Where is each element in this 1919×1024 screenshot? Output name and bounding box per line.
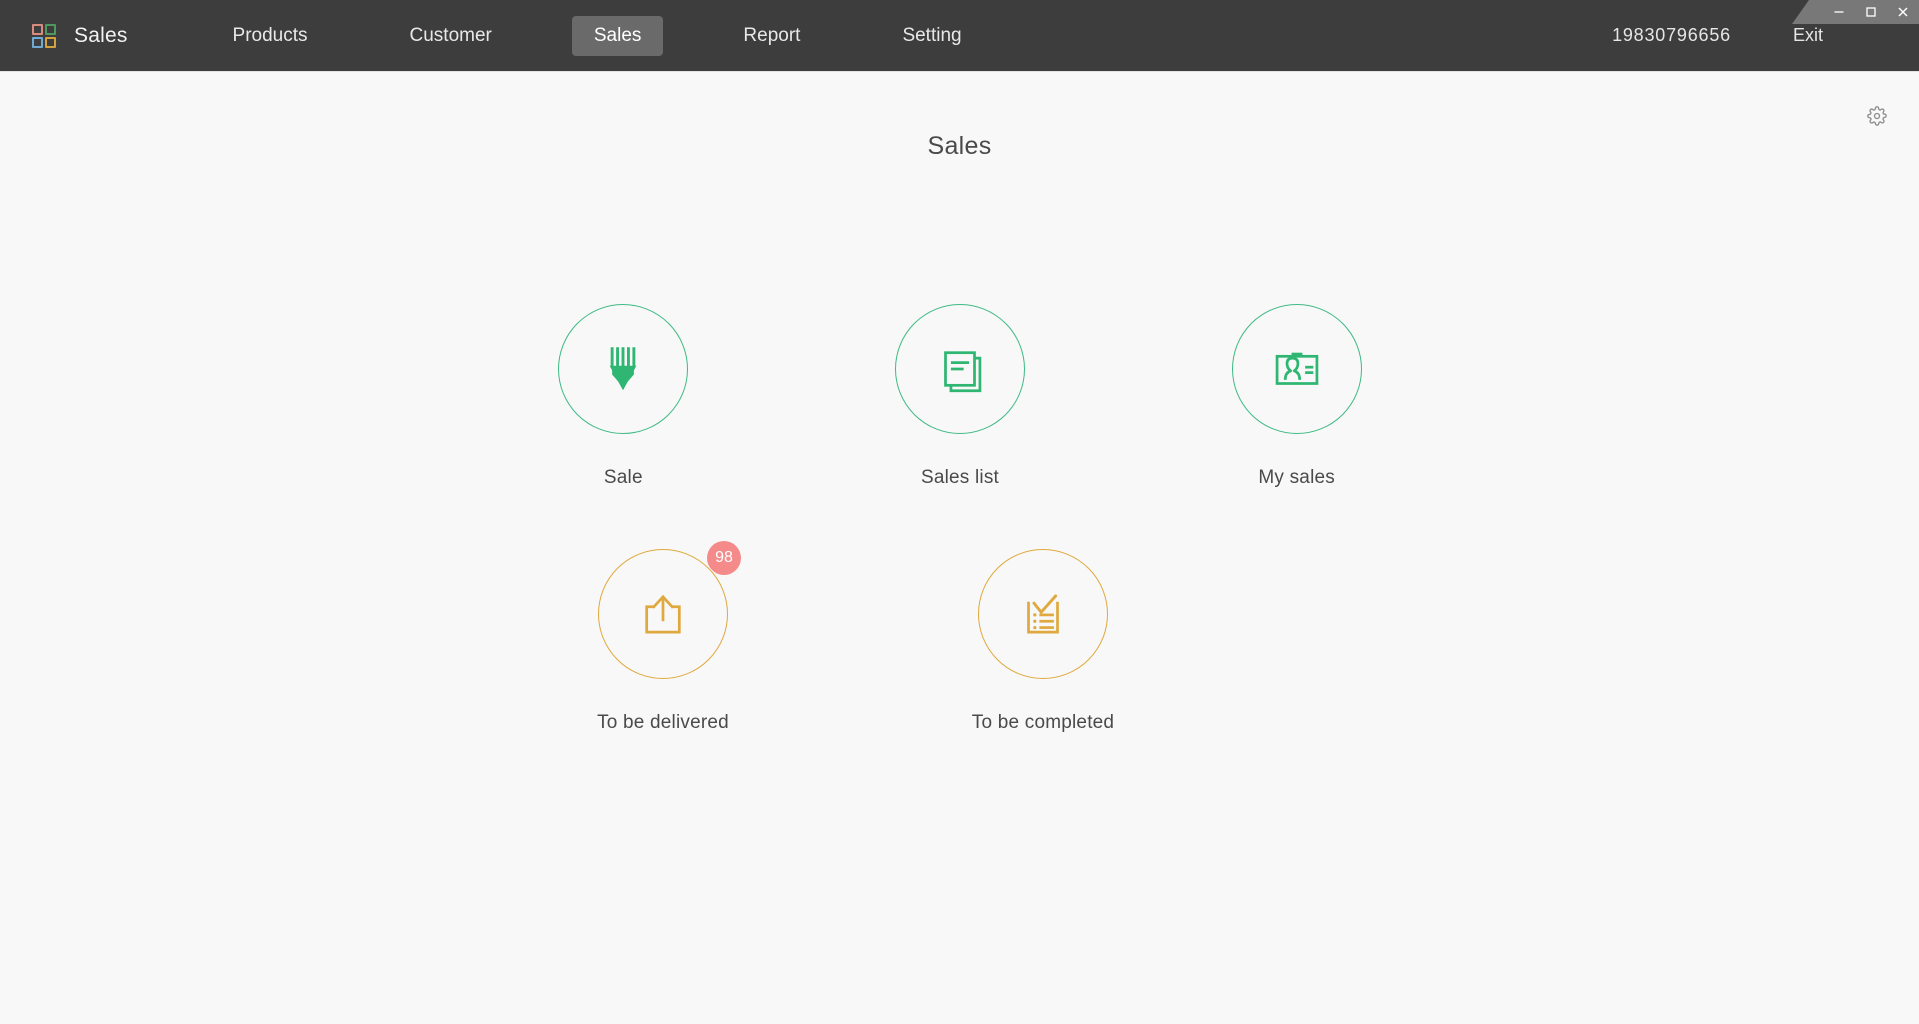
settings-button[interactable] — [1863, 102, 1891, 130]
brand-title: Sales — [74, 23, 128, 47]
tile-label: Sale — [603, 467, 643, 488]
maximize-icon — [1866, 7, 1876, 17]
nav-item-products[interactable]: Products — [211, 16, 330, 56]
tile-row: 98 To be delivered To be completed — [455, 541, 1465, 734]
content-area: Sales Sale Sales list My sales 98 To be … — [0, 71, 1919, 1024]
page-title: Sales — [927, 132, 992, 160]
id-card-icon — [1275, 352, 1318, 385]
tile-sales-list[interactable]: Sales list — [792, 304, 1129, 489]
tile-label: Sales list — [920, 467, 1000, 488]
tile-grid: Sale Sales list My sales 98 To be delive… — [455, 304, 1465, 734]
top-navigation-bar: Sales Products Customer Sales Report Set… — [0, 0, 1919, 71]
tile-sale[interactable]: Sale — [455, 304, 792, 489]
gear-icon — [1867, 106, 1887, 126]
tile-circle — [1231, 304, 1362, 434]
close-button[interactable] — [1887, 0, 1919, 24]
tile-row: Sale Sales list My sales — [455, 304, 1465, 489]
exit-button[interactable]: Exit — [1793, 25, 1823, 46]
close-icon — [1898, 7, 1908, 17]
nav-item-sales[interactable]: Sales — [571, 15, 664, 56]
status-badge: 98 — [707, 541, 741, 575]
minimize-icon — [1834, 11, 1844, 13]
account-phone-number: 19830796656 — [1612, 25, 1731, 45]
nav-item-report[interactable]: Report — [721, 16, 822, 56]
nav-item-setting[interactable]: Setting — [880, 16, 983, 56]
upload-box-icon — [645, 594, 681, 634]
brand-area: Sales — [32, 23, 128, 48]
nav-item-customer[interactable]: Customer — [388, 16, 514, 56]
checklist-icon — [1027, 594, 1059, 634]
tile-my-sales[interactable]: My sales — [1128, 304, 1465, 489]
tile-label: To be delivered — [597, 712, 729, 733]
minimize-button[interactable] — [1823, 0, 1855, 24]
maximize-button[interactable] — [1855, 0, 1887, 24]
tile-circle — [978, 549, 1108, 679]
tile-label: To be completed — [971, 712, 1115, 733]
tile-circle — [895, 304, 1025, 434]
tile-circle: 98 — [598, 541, 741, 679]
tile-to-be-completed[interactable]: To be completed — [853, 549, 1233, 734]
pen-nib-icon — [610, 347, 637, 391]
application-window: Sales Products Customer Sales Report Set… — [0, 0, 1919, 1024]
main-nav: Products Customer Sales Report Setting — [211, 15, 984, 56]
documents-stack-icon — [944, 351, 982, 393]
tile-circle — [558, 304, 689, 434]
tile-to-be-delivered[interactable]: 98 To be delivered — [473, 541, 853, 734]
tile-label: My sales — [1258, 467, 1335, 488]
window-controls — [1792, 0, 1919, 24]
grid-logo-icon — [32, 23, 56, 48]
